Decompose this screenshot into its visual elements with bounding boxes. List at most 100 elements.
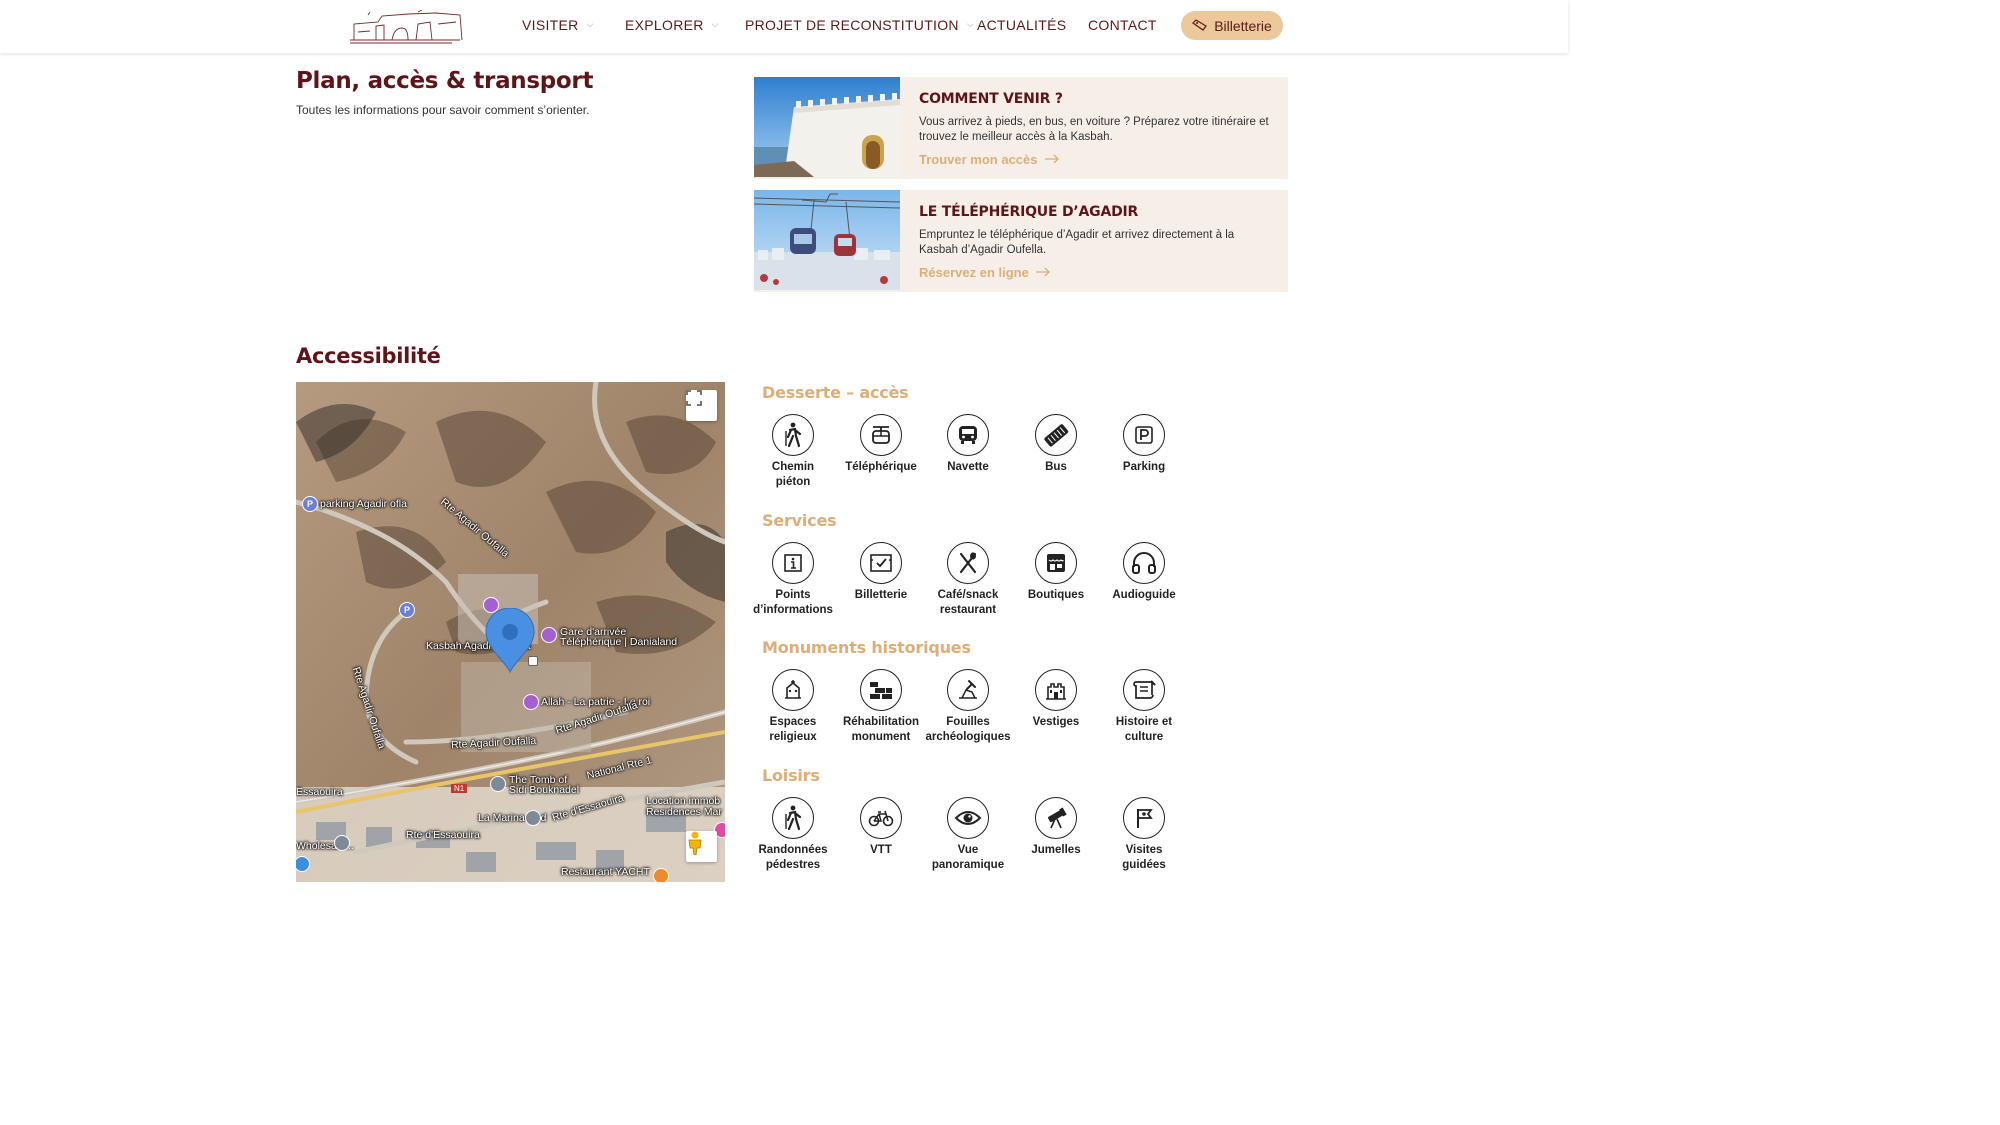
plan-subtitle: Toutes les informations pour savoir comm… bbox=[296, 103, 590, 117]
parking-marker-icon[interactable]: P bbox=[399, 602, 415, 618]
kasbah-photo bbox=[754, 77, 900, 177]
location-pin-icon[interactable] bbox=[484, 608, 536, 674]
feature-label: Bus bbox=[1045, 461, 1067, 473]
nav-projet[interactable]: PROJET DE RECONSTITUTION ⌵ bbox=[745, 0, 974, 50]
restaurant-marker-icon[interactable] bbox=[653, 868, 669, 882]
site-header: VISITER ⌵ EXPLORER ⌵ PROJET DE RECONSTITUT… bbox=[0, 0, 1568, 53]
map-label-tomb-2: Sidi Bouknadel bbox=[509, 784, 580, 796]
plan-title: Plan, accès & transport bbox=[296, 68, 594, 94]
feature-label: Audioguide bbox=[1112, 589, 1176, 601]
feature-item[interactable]: Café/snack restaurant bbox=[923, 542, 1013, 618]
card-comment-venir[interactable]: COMMENT VENIR ? Vous arrivez à pieds, en… bbox=[754, 77, 1288, 179]
shuttle-icon bbox=[947, 414, 989, 456]
link-label: Trouver mon accès bbox=[919, 152, 1038, 167]
parking-marker-icon[interactable]: P bbox=[302, 496, 318, 512]
feature-item[interactable]: Points d’informations bbox=[748, 542, 838, 618]
nav-explorer[interactable]: EXPLORER ⌵ bbox=[625, 0, 719, 50]
billetterie-button[interactable]: Billetterie bbox=[1181, 11, 1283, 40]
bike-icon bbox=[860, 797, 902, 839]
feature-label: Café/snack restaurant bbox=[937, 589, 999, 616]
arrow-right-icon bbox=[1044, 152, 1060, 167]
feature-label: Espaces religieux bbox=[769, 716, 817, 743]
scroll-icon bbox=[1123, 669, 1165, 711]
feature-item[interactable]: Chemin piéton bbox=[748, 414, 838, 490]
feature-label: Vue panoramique bbox=[931, 844, 1005, 871]
poi-marker-icon[interactable] bbox=[541, 627, 557, 643]
feature-item[interactable]: Boutiques bbox=[1011, 542, 1101, 603]
nav-actualites[interactable]: ACTUALITÉS bbox=[977, 0, 1066, 50]
feature-item[interactable]: VTT bbox=[836, 797, 926, 858]
excavation-icon bbox=[947, 669, 989, 711]
route-shield: N1 bbox=[451, 784, 468, 793]
eye-icon bbox=[947, 797, 989, 839]
ticket-icon bbox=[1192, 18, 1208, 34]
card-title: COMMENT VENIR ? bbox=[919, 91, 1063, 107]
bricks-icon bbox=[860, 669, 902, 711]
info-icon bbox=[772, 542, 814, 584]
card-title: LE TÉLÉPHÉRIQUE D’AGADIR bbox=[919, 204, 1139, 220]
satellite-map[interactable]: parking Agadir ofla Rte Agadir Oufalla K… bbox=[296, 382, 725, 882]
feature-item[interactable]: Vestiges bbox=[1011, 669, 1101, 730]
card-telepherique[interactable]: LE TÉLÉPHÉRIQUE D’AGADIR Empruntez le té… bbox=[754, 190, 1288, 292]
section-title: Loisirs bbox=[762, 766, 820, 785]
feature-item[interactable]: Navette bbox=[923, 414, 1013, 475]
feature-item[interactable]: Vue panoramique bbox=[923, 797, 1013, 873]
poi-marker-icon[interactable] bbox=[523, 694, 539, 710]
feature-label: Boutiques bbox=[1027, 589, 1085, 601]
feature-label: Visites guidées bbox=[1122, 844, 1166, 871]
section-title: Desserte – accès bbox=[762, 383, 909, 402]
accessibility-title: Accessibilité bbox=[296, 344, 441, 368]
map-label-location-2: Residences Mar bbox=[646, 806, 722, 818]
feature-label: Vestiges bbox=[1032, 716, 1080, 728]
poi-marker-icon[interactable] bbox=[334, 835, 350, 851]
feature-item[interactable]: Espaces religieux bbox=[748, 669, 838, 745]
telescope-icon bbox=[1035, 797, 1077, 839]
feature-label: Parking bbox=[1122, 461, 1166, 473]
section-title: Monuments historiques bbox=[762, 638, 971, 657]
map-label-restaurant: Restaurant YACHT bbox=[561, 866, 650, 878]
cable-car-photo bbox=[754, 190, 900, 290]
feature-item[interactable]: Fouilles archéologiques bbox=[923, 669, 1013, 745]
feature-label: Téléphérique bbox=[845, 461, 917, 473]
feature-label: Billetterie bbox=[854, 589, 908, 601]
feature-item[interactable]: Bus bbox=[1011, 414, 1101, 475]
billetterie-label: Billetterie bbox=[1214, 17, 1272, 34]
ticket-check-icon bbox=[860, 542, 902, 584]
feature-label: Points d’informations bbox=[753, 589, 833, 616]
feature-item[interactable]: Parking bbox=[1099, 414, 1189, 475]
reservez-link[interactable]: Réservez en ligne bbox=[919, 265, 1051, 280]
parking-icon bbox=[1123, 414, 1165, 456]
chevron-down-icon: ⌵ bbox=[966, 18, 974, 29]
fullscreen-button[interactable] bbox=[686, 390, 717, 421]
poi-marker-icon[interactable] bbox=[525, 810, 541, 826]
poi-marker-icon[interactable] bbox=[490, 776, 506, 792]
feature-label: Navette bbox=[947, 461, 989, 473]
feature-label: Fouilles archéologiques bbox=[925, 716, 1011, 743]
kasbah-logo[interactable] bbox=[348, 9, 466, 46]
feature-item[interactable]: Audioguide bbox=[1099, 542, 1189, 603]
feature-item[interactable]: Histoire et culture bbox=[1099, 669, 1189, 745]
section-title: Services bbox=[762, 511, 837, 530]
chevron-down-icon: ⌵ bbox=[711, 18, 719, 29]
feature-label: Chemin piéton bbox=[771, 461, 815, 488]
map-label-essaouira: Essaouira bbox=[296, 786, 343, 798]
feature-item[interactable]: Randonnées pédestres bbox=[748, 797, 838, 873]
feature-item[interactable]: Billetterie bbox=[836, 542, 926, 603]
link-label: Réservez en ligne bbox=[919, 265, 1029, 280]
feature-item[interactable]: Téléphérique bbox=[836, 414, 926, 475]
cable-car-icon bbox=[860, 414, 902, 456]
nav-contact[interactable]: CONTACT bbox=[1088, 0, 1157, 50]
nav-visiter[interactable]: VISITER ⌵ bbox=[522, 0, 594, 50]
trouver-acces-link[interactable]: Trouver mon accès bbox=[919, 152, 1060, 167]
street-view-button[interactable] bbox=[686, 831, 717, 862]
map-label-parking: parking Agadir ofla bbox=[320, 498, 407, 510]
bus-ticket-icon bbox=[1035, 414, 1077, 456]
hiker-icon bbox=[772, 414, 814, 456]
feature-label: Randonnées pédestres bbox=[758, 844, 828, 871]
feature-item[interactable]: Jumelles bbox=[1011, 797, 1101, 858]
feature-item[interactable]: Réhabilitation monument bbox=[836, 669, 926, 745]
feature-item[interactable]: Visites guidées bbox=[1099, 797, 1189, 873]
card-description: Empruntez le téléphérique d’Agadir et ar… bbox=[919, 229, 1235, 256]
headphones-icon bbox=[1123, 542, 1165, 584]
feature-label: Histoire et culture bbox=[1115, 716, 1173, 743]
